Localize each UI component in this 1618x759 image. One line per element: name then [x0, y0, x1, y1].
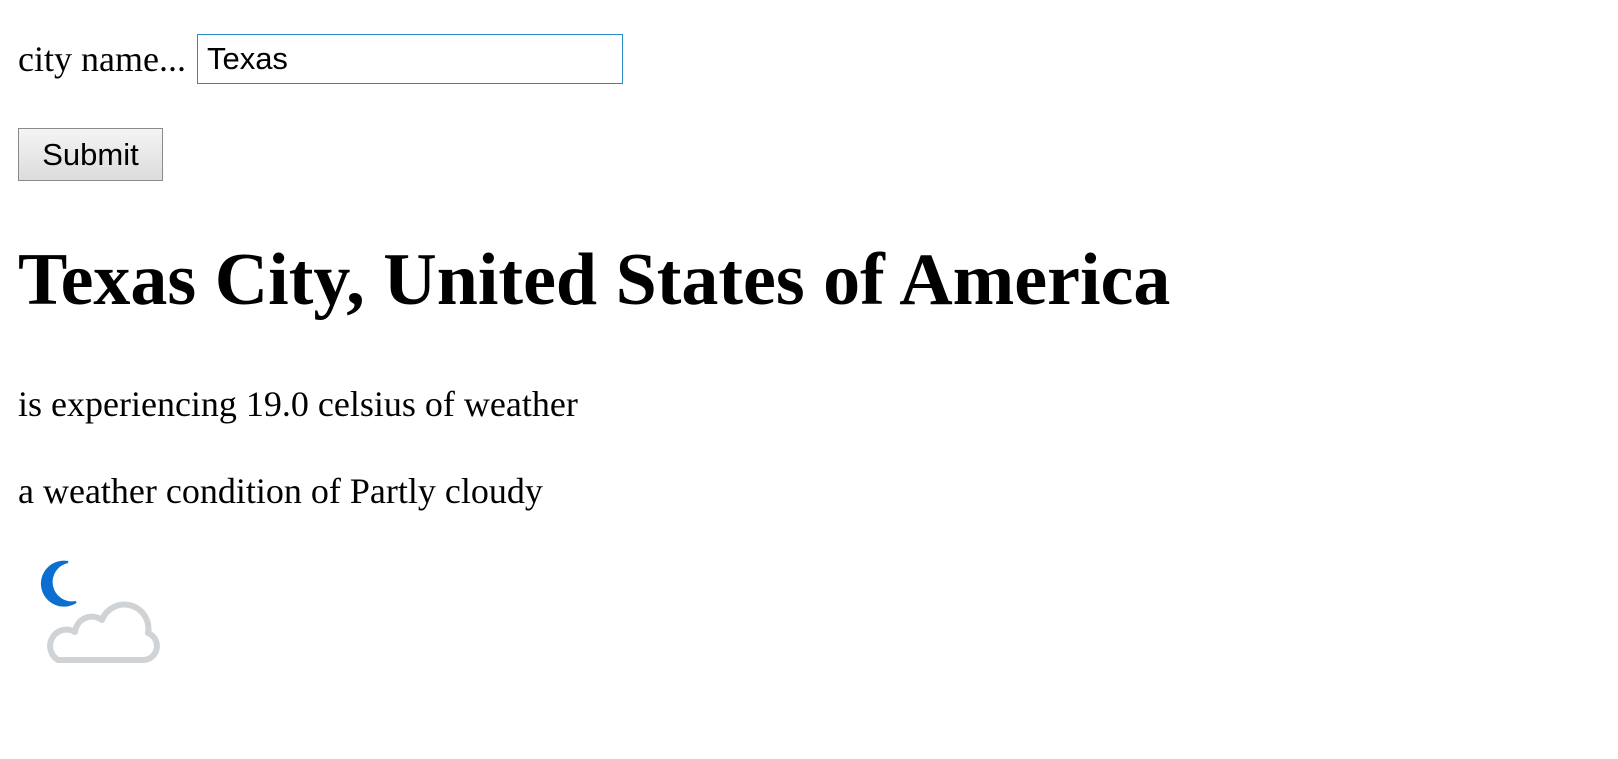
submit-button[interactable]: Submit	[18, 128, 163, 181]
cloud-shape	[47, 601, 160, 663]
condition-text: a weather condition of Partly cloudy	[18, 471, 543, 511]
temperature-text: is experiencing 19.0 celsius of weather	[18, 384, 578, 424]
city-name-label: city name...	[18, 39, 186, 79]
search-row: city name...	[18, 30, 623, 88]
moon-shape	[40, 560, 77, 607]
city-name-input[interactable]	[196, 34, 623, 84]
location-heading: Texas City, United States of America	[18, 239, 1171, 321]
weather-icon-graphic	[40, 560, 160, 663]
partly-cloudy-night-icon	[30, 558, 170, 678]
